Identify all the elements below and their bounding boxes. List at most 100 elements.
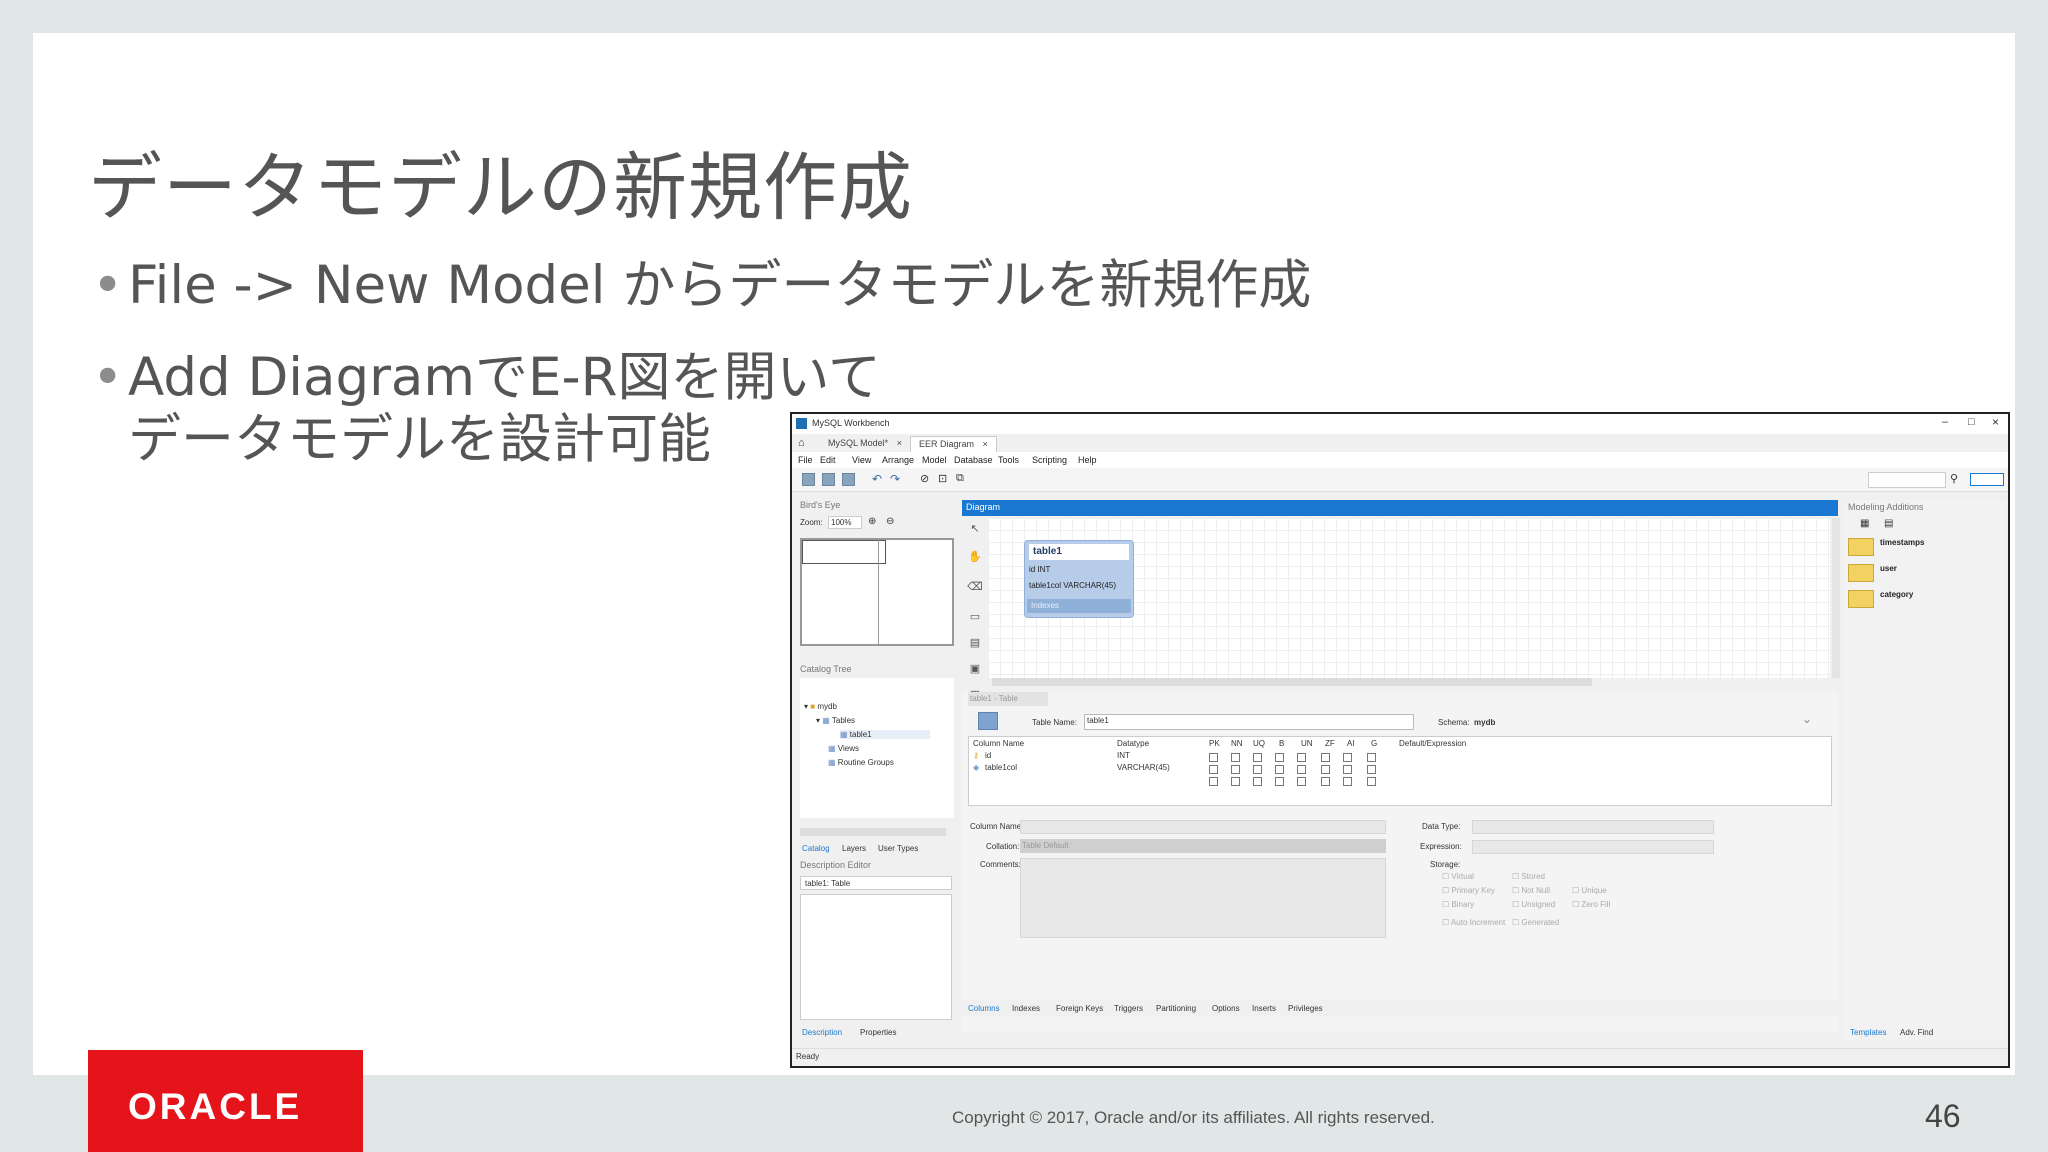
undo-icon[interactable]: ↶	[872, 472, 882, 486]
snippet-category[interactable]: category	[1848, 588, 1998, 610]
menu-help[interactable]: Help	[1078, 455, 1097, 465]
eraser-tool-icon[interactable]: ⌫	[966, 580, 984, 598]
horizontal-scrollbar[interactable]	[992, 678, 1592, 686]
column-flag-checkbox[interactable]	[1275, 777, 1284, 786]
storage-option[interactable]: ☐ Generated	[1512, 918, 1559, 927]
column-flag-checkbox[interactable]	[1209, 753, 1218, 762]
tab-columns[interactable]: Columns	[968, 1004, 1000, 1013]
tab-catalog[interactable]: Catalog	[802, 844, 830, 853]
tab-eer-diagram[interactable]: EER Diagram ×	[910, 436, 997, 452]
new-document-icon[interactable]	[802, 473, 815, 486]
tab-foreign-keys[interactable]: Foreign Keys	[1056, 1004, 1103, 1013]
collapse-icon[interactable]: ⌄	[1802, 712, 1812, 726]
column-flag-checkbox[interactable]	[1253, 753, 1262, 762]
column-flag-checkbox[interactable]	[1253, 777, 1262, 786]
column-flag-checkbox[interactable]	[1367, 777, 1376, 786]
open-folder-icon[interactable]	[822, 473, 835, 486]
toggle-grid-icon[interactable]: ⊘	[920, 472, 929, 485]
storage-option[interactable]: ☐ Unsigned	[1512, 900, 1555, 909]
tab-partitioning[interactable]: Partitioning	[1156, 1004, 1196, 1013]
storage-option[interactable]: ☐ Auto Increment	[1442, 918, 1505, 927]
menu-tools[interactable]: Tools	[998, 455, 1019, 465]
column-flag-checkbox[interactable]	[1231, 777, 1240, 786]
viewport-rect[interactable]	[802, 540, 886, 564]
column-flag-checkbox[interactable]	[1209, 765, 1218, 774]
vertical-scrollbar[interactable]	[1832, 518, 1840, 678]
column-flag-checkbox[interactable]	[1275, 753, 1284, 762]
image-tool-icon[interactable]: ▣	[966, 662, 984, 680]
note-tool-icon[interactable]: ▤	[966, 636, 984, 654]
menu-scripting[interactable]: Scripting	[1032, 455, 1067, 465]
table-row[interactable]: ◆ table1col VARCHAR(45)	[971, 763, 1829, 775]
tab-layers[interactable]: Layers	[842, 844, 866, 853]
tab-mysql-model[interactable]: MySQL Model* ×	[820, 436, 910, 452]
search-icon[interactable]: ⚲	[1950, 472, 1958, 485]
layout-toggle-icon[interactable]	[1970, 473, 2004, 486]
menu-model[interactable]: Model	[922, 455, 947, 465]
column-flag-checkbox[interactable]	[1343, 777, 1352, 786]
collation-select[interactable]: Table Default	[1020, 839, 1386, 853]
storage-option[interactable]: ☐ Stored	[1512, 872, 1545, 881]
comments-textarea[interactable]	[1020, 858, 1386, 938]
column-flag-checkbox[interactable]	[1297, 753, 1306, 762]
zoom-out-icon[interactable]: ⊖	[886, 516, 894, 527]
close-icon[interactable]: ×	[897, 438, 902, 448]
storage-option[interactable]: ☐ Primary Key	[1442, 886, 1495, 895]
table-row[interactable]: ⚷ id INT	[971, 751, 1829, 763]
save-icon[interactable]	[842, 473, 855, 486]
data-type-input[interactable]	[1472, 820, 1714, 834]
entity-table1[interactable]: table1 id INT table1col VARCHAR(45) Inde…	[1024, 540, 1134, 618]
detail-view-icon[interactable]: ▤	[1884, 518, 1893, 529]
tab-inserts[interactable]: Inserts	[1252, 1004, 1276, 1013]
column-flag-checkbox[interactable]	[1297, 777, 1306, 786]
menu-database[interactable]: Database	[954, 455, 993, 465]
column-flag-checkbox[interactable]	[1231, 765, 1240, 774]
home-icon[interactable]: ⌂	[798, 437, 805, 449]
column-flag-checkbox[interactable]	[1321, 777, 1330, 786]
tab-triggers[interactable]: Triggers	[1114, 1004, 1143, 1013]
menu-view[interactable]: View	[852, 455, 871, 465]
storage-option[interactable]: ☐ Binary	[1442, 900, 1474, 909]
menu-file[interactable]: File	[798, 455, 813, 465]
tab-description[interactable]: Description	[802, 1028, 842, 1037]
tree-item-views[interactable]: ▦ Views	[828, 744, 859, 753]
storage-option[interactable]: ☐ Zero Fill	[1572, 900, 1610, 909]
table-name-input[interactable]: table1	[1084, 714, 1414, 730]
close-button[interactable]: ×	[1992, 415, 1999, 429]
expression-input[interactable]	[1472, 840, 1714, 854]
column-flag-checkbox[interactable]	[1343, 753, 1352, 762]
tab-adv-find[interactable]: Adv. Find	[1900, 1028, 1933, 1037]
column-flag-checkbox[interactable]	[1275, 765, 1284, 774]
birds-eye-view[interactable]	[800, 538, 954, 646]
editor-tab[interactable]: table1 - Table	[968, 692, 1048, 706]
menu-arrange[interactable]: Arrange	[882, 455, 914, 465]
column-flag-checkbox[interactable]	[1367, 765, 1376, 774]
storage-option[interactable]: ☐ Unique	[1572, 886, 1607, 895]
tree-item-schema[interactable]: ▾ ■ mydb	[804, 702, 837, 711]
hand-tool-icon[interactable]: ✋	[966, 550, 984, 568]
layer-tool-icon[interactable]: ▭	[966, 610, 984, 628]
column-flag-checkbox[interactable]	[1297, 765, 1306, 774]
storage-option[interactable]: ☐ Virtual	[1442, 872, 1474, 881]
column-flag-checkbox[interactable]	[1321, 765, 1330, 774]
description-select[interactable]: table1: Table	[800, 876, 952, 890]
column-flag-checkbox[interactable]	[1343, 765, 1352, 774]
description-textarea[interactable]	[800, 894, 952, 1020]
tree-item-tables[interactable]: ▾ ▦ Tables	[816, 716, 855, 725]
minimize-button[interactable]: –	[1942, 416, 1948, 428]
column-flag-checkbox[interactable]	[1367, 753, 1376, 762]
tab-user-types[interactable]: User Types	[878, 844, 918, 853]
search-input[interactable]	[1868, 472, 1946, 488]
pointer-tool-icon[interactable]: ↖	[966, 522, 984, 540]
tab-options[interactable]: Options	[1212, 1004, 1240, 1013]
tree-item-routines[interactable]: ▦ Routine Groups	[828, 758, 894, 767]
tab-privileges[interactable]: Privileges	[1288, 1004, 1323, 1013]
copy-icon[interactable]: ⧉	[956, 472, 964, 485]
column-flag-checkbox[interactable]	[1321, 753, 1330, 762]
close-icon[interactable]: ×	[983, 439, 988, 449]
maximize-button[interactable]: □	[1968, 416, 1975, 428]
column-flag-checkbox[interactable]	[1253, 765, 1262, 774]
zoom-in-icon[interactable]: ⊕	[868, 516, 876, 527]
tree-item-table1[interactable]: ▦ table1	[840, 730, 930, 739]
column-flag-checkbox[interactable]	[1209, 777, 1218, 786]
